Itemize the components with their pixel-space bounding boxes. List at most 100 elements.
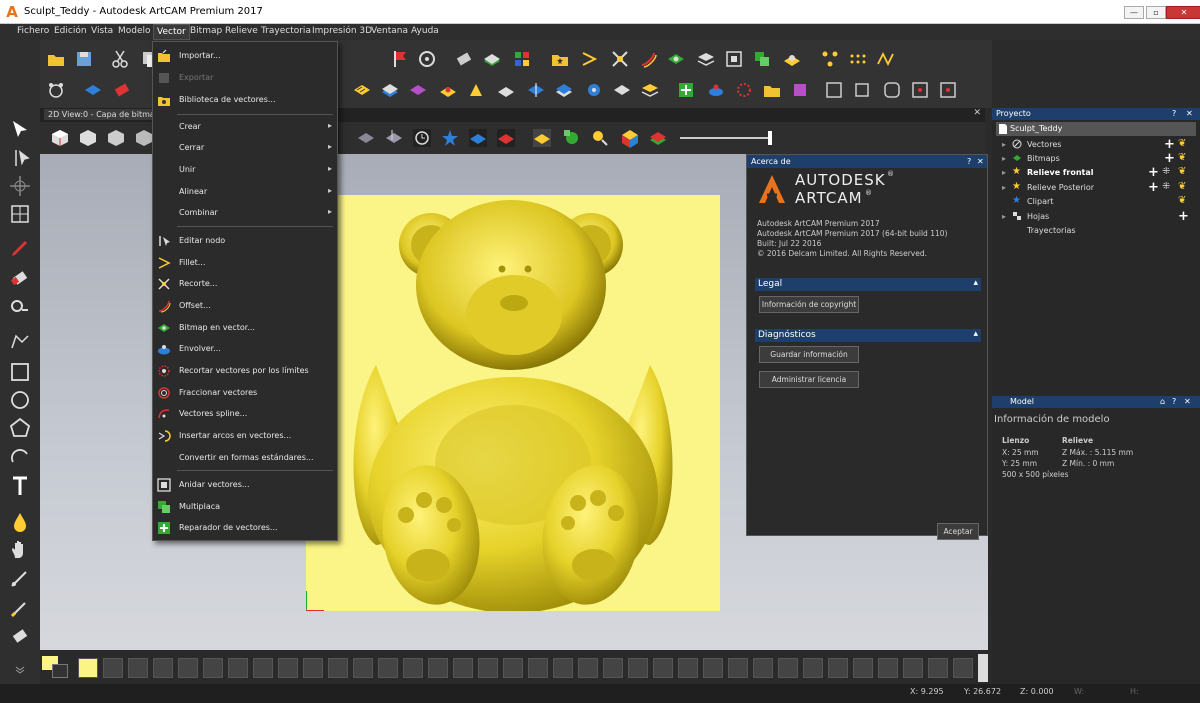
palette-swatch[interactable]	[128, 658, 148, 678]
legal-section-header[interactable]: Legal ▴	[755, 278, 981, 291]
palette-swatch[interactable]	[578, 658, 598, 678]
expand-tools-icon[interactable]	[12, 664, 28, 676]
bitmap-to-vector-toolbar-icon[interactable]	[666, 49, 686, 69]
tree-item-hojas[interactable]: Hojas	[1027, 212, 1049, 221]
palette-swatch[interactable]	[178, 658, 198, 678]
mirror-relief-icon[interactable]	[526, 80, 546, 100]
nest-toolbar-icon[interactable]	[724, 49, 744, 69]
collapse-icon[interactable]: ▴	[973, 278, 978, 288]
project-close-button[interactable]: ✕	[1186, 109, 1193, 118]
menu-item-anidar-vectores[interactable]: Anidar vectores...	[153, 475, 337, 495]
menu-item-combinar[interactable]: Combinar ▸	[153, 203, 337, 223]
palette-swatch[interactable]	[378, 658, 398, 678]
menu-item-insertar-arcos[interactable]: Insertar arcos en vectores...	[153, 426, 337, 446]
palette-swatch[interactable]	[453, 658, 473, 678]
menu-item-bitmap-en-vector[interactable]: Bitmap en vector...	[153, 318, 337, 338]
center-frame-icon[interactable]	[910, 80, 930, 100]
corner-frame-icon[interactable]	[938, 80, 958, 100]
tree-item-bitmaps[interactable]: Bitmaps	[1027, 154, 1060, 163]
tree-item-clipart[interactable]: Clipart	[1027, 197, 1053, 206]
select-arrow-icon[interactable]	[8, 118, 32, 142]
palette-swatch[interactable]	[778, 658, 798, 678]
menu-fichero[interactable]: Fichero	[17, 26, 49, 36]
import-shield-icon[interactable]: ❦	[1178, 152, 1186, 163]
arc-icon[interactable]	[8, 444, 32, 468]
palette-swatch-yellow[interactable]	[78, 658, 98, 678]
grid-plus-icon[interactable]: ⁜	[1162, 181, 1170, 192]
menu-item-offset[interactable]: Offset...	[153, 296, 337, 316]
relief-green-icon[interactable]	[482, 49, 502, 69]
offset-toolbar-icon[interactable]	[638, 49, 658, 69]
palette-swatch[interactable]	[928, 658, 948, 678]
blue-tool-icon[interactable]	[706, 80, 726, 100]
menu-item-recorte[interactable]: Recorte...	[153, 274, 337, 294]
palette-swatch[interactable]	[803, 658, 823, 678]
menu-item-fraccionar-vectores[interactable]: Fraccionar vectores	[153, 383, 337, 403]
menu-modelo[interactable]: Modelo	[118, 26, 151, 36]
menu-item-vectores-spline[interactable]: Vectores spline...	[153, 404, 337, 424]
color-blocks-icon[interactable]	[512, 49, 532, 69]
node-points-icon[interactable]	[820, 49, 840, 69]
palette-swatch[interactable]	[878, 658, 898, 678]
view-cut-plane-icon[interactable]	[384, 128, 404, 148]
palette-swatch[interactable]	[528, 658, 548, 678]
menu-item-biblioteca-vectores[interactable]: Biblioteca de vectores...	[153, 90, 337, 110]
add-bitmap-icon[interactable]: +	[1164, 152, 1175, 165]
layer-relief-icon[interactable]	[640, 80, 660, 100]
menu-item-multiplaca[interactable]: Multiplaca	[153, 497, 337, 517]
expand-arrow-icon[interactable]: ▸	[1002, 168, 1006, 177]
save-info-button[interactable]: Guardar información	[759, 346, 859, 363]
menu-item-unir[interactable]: Unir ▸	[153, 160, 337, 180]
menu-impresion-3d[interactable]: Impresión 3D	[312, 26, 372, 36]
spin-relief-icon[interactable]	[584, 80, 604, 100]
menu-item-alinear[interactable]: Alinear ▸	[153, 182, 337, 202]
model-close-icon[interactable]: ✕	[1184, 397, 1191, 406]
frame-small-icon[interactable]	[852, 80, 872, 100]
round-frame-icon[interactable]	[882, 80, 902, 100]
palette-swatch[interactable]	[753, 658, 773, 678]
palette-swatch[interactable]	[328, 658, 348, 678]
view-rainbow-icon[interactable]	[648, 128, 668, 148]
menu-item-editar-nodo[interactable]: Editar nodo	[153, 231, 337, 251]
project-help-button[interactable]: ?	[1172, 109, 1176, 118]
palette-swatch[interactable]	[853, 658, 873, 678]
diagnostics-section-header[interactable]: Diagnósticos ▴	[755, 329, 981, 342]
tree-item-trayectorias[interactable]: Trayectorias	[1027, 226, 1076, 235]
palette-swatch[interactable]	[353, 658, 373, 678]
dots-grid-icon[interactable]	[848, 49, 868, 69]
palette-swatch[interactable]	[428, 658, 448, 678]
purple-box-icon[interactable]	[790, 80, 810, 100]
palette-swatch[interactable]	[603, 658, 623, 678]
node-edit-icon[interactable]	[8, 146, 32, 170]
sculpt-brush-icon[interactable]	[8, 566, 32, 590]
tree-item-relieve-frontal[interactable]: Relieve frontal	[1027, 168, 1094, 177]
palette-scrollbar[interactable]	[978, 654, 988, 682]
palette-swatch[interactable]	[503, 658, 523, 678]
artcam-app-icon[interactable]: A	[4, 4, 20, 20]
menu-vista[interactable]: Vista	[91, 26, 113, 36]
view-back-icon[interactable]	[134, 128, 154, 148]
palette-swatch[interactable]	[903, 658, 923, 678]
model-canvas[interactable]	[306, 195, 720, 611]
manage-license-button[interactable]: Administrar licencia	[759, 371, 859, 388]
view-iso-icon[interactable]	[50, 128, 70, 148]
add-vector-icon[interactable]: +	[1164, 138, 1175, 151]
add-relief-layer-icon[interactable]: +	[1148, 166, 1159, 179]
hand-icon[interactable]	[8, 538, 32, 562]
eraser-tool-icon[interactable]	[454, 49, 474, 69]
view-close-icon[interactable]: ✕	[973, 108, 981, 118]
menu-item-importar[interactable]: Importar...	[153, 46, 337, 66]
menu-edicion[interactable]: Edición	[54, 26, 87, 36]
view-yellow-relief-icon[interactable]	[532, 128, 552, 148]
palette-swatch[interactable]	[278, 658, 298, 678]
brightness-slider-handle[interactable]	[768, 131, 772, 145]
menu-item-fillet[interactable]: Fillet...	[153, 253, 337, 273]
multiplate-toolbar-icon[interactable]	[752, 49, 772, 69]
teddy-view-icon[interactable]	[46, 80, 66, 100]
palette-swatch[interactable]	[153, 658, 173, 678]
brush-icon[interactable]	[8, 596, 32, 620]
model-help-icon[interactable]: ?	[1172, 397, 1176, 406]
yellow-dome-icon[interactable]	[438, 80, 458, 100]
view-relief-shade-icon[interactable]	[356, 128, 376, 148]
palette-swatch[interactable]	[403, 658, 423, 678]
